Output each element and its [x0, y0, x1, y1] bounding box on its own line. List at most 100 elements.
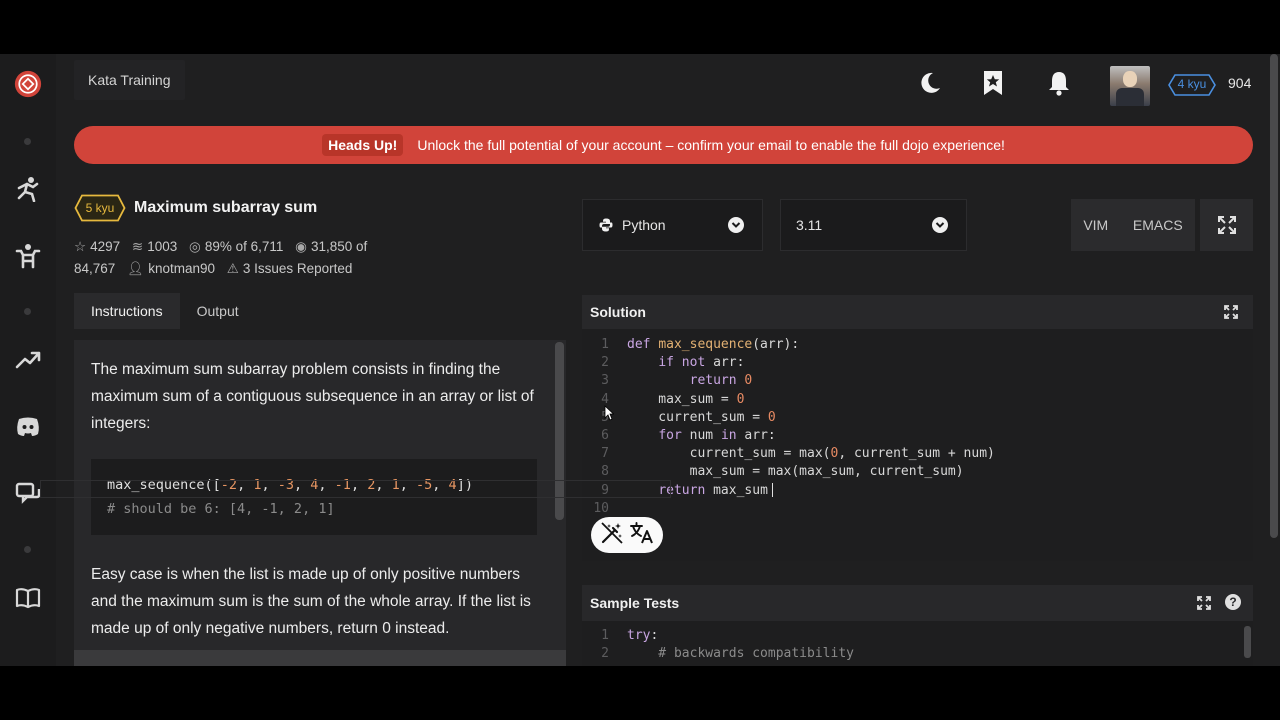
- page-scrollbar[interactable]: [1270, 54, 1278, 538]
- instructions-paragraph: The maximum sum subarray problem consist…: [91, 361, 534, 432]
- magic-wand-icon[interactable]: [600, 521, 624, 550]
- emacs-mode-button[interactable]: EMACS: [1133, 217, 1183, 233]
- user-icon: 👤︎: [127, 261, 145, 276]
- code-line[interactable]: 8 max_sum = max(max_sum, current_sum): [582, 463, 1253, 481]
- code-line[interactable]: 2 if not arr:: [582, 354, 1253, 372]
- version-selected: 3.11: [796, 217, 823, 233]
- translate-icon[interactable]: [629, 521, 655, 550]
- example-comment: # should be 6: [4, -1, 2, 1]: [107, 501, 335, 517]
- code-line[interactable]: 5 current_sum = 0: [582, 409, 1253, 427]
- active-line-highlight: [40, 480, 671, 498]
- kata-title: Maximum subarray sum: [134, 199, 318, 216]
- solution-title: Solution: [590, 304, 646, 320]
- kata-stats: ☆ 4297 ≋ 1003 ◎ 89% of 6,711 ◉ 31,850 of 84,…: [74, 236, 424, 280]
- code-text: def max_sequence(arr):: [627, 337, 800, 352]
- discord-icon[interactable]: [14, 413, 42, 441]
- honor-count: 904: [1228, 75, 1252, 91]
- bookmark-star-icon[interactable]: [980, 70, 1006, 96]
- code-line[interactable]: 9 return max_sum: [582, 482, 1253, 500]
- chevron-down-icon: [932, 217, 948, 233]
- help-icon[interactable]: ?: [1225, 594, 1241, 610]
- code-text: max_sum = max(max_sum, current_sum): [627, 464, 964, 480]
- completions-count: 31,850 of: [310, 239, 368, 254]
- code-line[interactable]: 10: [582, 500, 1253, 518]
- training-icon[interactable]: [14, 175, 42, 203]
- language-select[interactable]: Python: [582, 199, 763, 251]
- sidebar-divider-dot: [24, 308, 31, 315]
- code-text: current_sum = 0: [627, 409, 776, 425]
- collections-icon: ≋: [131, 239, 144, 254]
- user-rank-label: 4 kyu: [1177, 77, 1207, 91]
- sample-tests-editor[interactable]: 1 try: 2 # backwards compatibility: [582, 621, 1253, 666]
- tab-instructions[interactable]: Instructions: [74, 293, 180, 329]
- sidebar-divider-dot: [24, 546, 31, 553]
- sample-tests-header: Sample Tests ?: [582, 585, 1253, 621]
- tab-output[interactable]: Output: [180, 293, 256, 329]
- text-cursor: [772, 483, 773, 497]
- chevron-down-icon: [728, 217, 744, 233]
- expand-icon[interactable]: [1197, 596, 1211, 613]
- codewars-logo-icon[interactable]: [14, 70, 42, 98]
- collections-count: 1003: [147, 239, 178, 254]
- docs-book-icon[interactable]: [14, 584, 42, 612]
- user-rank-badge: 4 kyu: [1168, 74, 1216, 96]
- line-number: 2: [601, 646, 609, 662]
- issues-link[interactable]: 3 Issues Reported: [243, 261, 353, 276]
- solution-editor[interactable]: 1 def max_sequence(arr): 2 if not arr: 3 re…: [582, 329, 1253, 561]
- breadcrumb[interactable]: Kata Training: [74, 60, 185, 100]
- sample-tests-scrollbar[interactable]: [1244, 626, 1251, 658]
- solution-header: Solution: [582, 295, 1253, 329]
- completions-total: 84,767: [74, 261, 116, 276]
- satisfaction-rating: 89% of 6,711: [204, 239, 284, 254]
- code-line[interactable]: 3 return 0: [582, 372, 1253, 390]
- email-confirm-banner[interactable]: Heads Up! Unlock the full potential of y…: [74, 126, 1253, 164]
- line-number: 10: [593, 500, 609, 516]
- instructions-footer-strip: [74, 650, 566, 666]
- code-line[interactable]: 1 try:: [582, 627, 1253, 645]
- line-number: 1: [601, 628, 609, 643]
- instructions-paragraph: Easy case is when the list is made up of…: [91, 566, 531, 637]
- kata-rank-label: 5 kyu: [85, 201, 115, 215]
- code-line[interactable]: 6 for num in arr:: [582, 427, 1253, 445]
- code-text: max_sum = 0: [627, 391, 745, 407]
- ai-tools-pill: [591, 517, 663, 553]
- star-icon[interactable]: ☆: [74, 236, 86, 258]
- code-line[interactable]: 7 current_sum = max(0, current_sum + num…: [582, 445, 1253, 463]
- banner-heading: Heads Up!: [322, 134, 404, 156]
- practice-icon[interactable]: [14, 242, 42, 270]
- version-select[interactable]: 3.11: [780, 199, 967, 251]
- sidebar-divider-dot: [24, 138, 31, 145]
- leaderboard-icon[interactable]: [14, 346, 42, 374]
- code-line[interactable]: 2 # backwards compatibility: [582, 645, 1253, 663]
- app-frame: Kata Training 4 kyu 904 Heads Up! Unlock…: [0, 54, 1280, 666]
- sample-tests-title: Sample Tests: [590, 595, 680, 611]
- moon-icon[interactable]: [917, 70, 943, 96]
- fullscreen-button[interactable]: [1200, 199, 1253, 251]
- code-text: return 0: [689, 373, 753, 389]
- discussion-icon[interactable]: [14, 480, 42, 508]
- code-text: if not arr:: [658, 355, 745, 371]
- code-line[interactable]: 1 def max_sequence(arr):: [582, 336, 1253, 354]
- panel-tabs: Instructions Output: [74, 293, 256, 329]
- sidebar: [0, 54, 56, 666]
- kata-rank-badge: 5 kyu: [74, 194, 126, 222]
- top-bar: Kata Training 4 kyu 904: [74, 60, 1254, 110]
- code-text: for num in arr:: [658, 428, 776, 443]
- vim-mode-button[interactable]: VIM: [1083, 217, 1108, 233]
- line-number: 6: [601, 428, 609, 443]
- language-selected: Python: [622, 217, 666, 233]
- editor-mode-toggle: VIM EMACS: [1071, 199, 1195, 251]
- expand-icon: [1217, 216, 1236, 234]
- line-number: 8: [601, 464, 609, 480]
- bell-icon[interactable]: [1046, 70, 1072, 96]
- warning-icon: ⚠: [226, 261, 239, 276]
- banner-message: Unlock the full potential of your accoun…: [417, 137, 1005, 153]
- avatar[interactable]: [1110, 66, 1150, 106]
- stars-count: 4297: [90, 239, 121, 254]
- line-number: 2: [601, 355, 609, 371]
- kata-author-link[interactable]: knotman90: [148, 261, 215, 276]
- expand-icon[interactable]: [1224, 305, 1238, 322]
- code-text: current_sum = max(0, current_sum + num): [627, 446, 995, 462]
- line-number: 3: [601, 373, 609, 389]
- code-line[interactable]: 4 max_sum = 0: [582, 391, 1253, 409]
